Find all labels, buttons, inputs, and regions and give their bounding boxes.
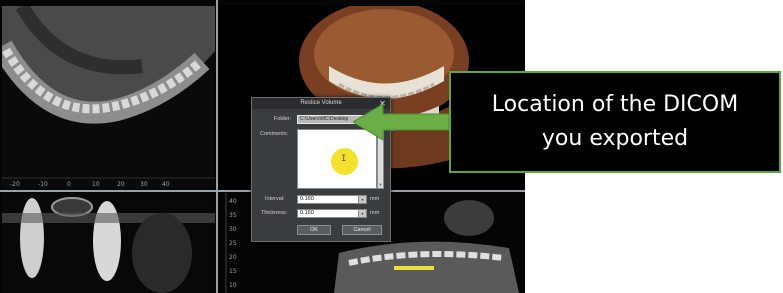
ruler-tick: 20 [117, 181, 125, 188]
ruler-tick: 30 [229, 226, 237, 233]
ruler-tick: 30 [140, 181, 148, 188]
dialog-title: Reslice Volume [300, 100, 342, 106]
thickness-value: 0.160 [300, 210, 314, 216]
thickness-unit: mm [370, 210, 380, 216]
ruler-tick: 10 [229, 282, 237, 289]
scroll-down-icon[interactable]: ▼ [378, 182, 383, 188]
interval-label: Interval: [265, 196, 285, 202]
interval-value: 0.160 [300, 196, 314, 202]
ruler-tick: -20 [10, 181, 20, 188]
ruler-tick: -10 [38, 181, 48, 188]
dropdown-icon[interactable]: ▾ [358, 210, 366, 217]
comments-label: Comments: [260, 131, 289, 137]
coronal-image [2, 193, 215, 293]
interval-select[interactable]: 0.160 ▾ [297, 195, 367, 204]
ruler-tick: 40 [229, 198, 237, 205]
thickness-select[interactable]: 0.160 ▾ [297, 209, 367, 218]
ruler-tick: 25 [229, 240, 237, 247]
ruler-tick: 35 [229, 212, 237, 219]
ruler-tick: 15 [229, 268, 237, 275]
cancel-button[interactable]: Cancel [342, 225, 382, 235]
folder-label: Folder: [274, 116, 292, 122]
callout-line-2: you exported [541, 126, 689, 151]
ruler-tick: 0 [67, 181, 71, 188]
callout-line-1: Location of the DICOM [491, 92, 739, 117]
ruler-tick: 20 [229, 254, 237, 261]
dropdown-icon[interactable]: ▾ [358, 196, 366, 203]
interval-unit: mm [370, 196, 380, 202]
ok-button[interactable]: OK [297, 225, 331, 235]
annotation-callout: Location of the DICOM you exported [449, 71, 781, 173]
ruler-tick: 10 [92, 181, 100, 188]
ruler-tick: 40 [162, 181, 170, 188]
axial-image: -20 -10 0 10 20 30 40 [2, 6, 215, 189]
arrow-icon [353, 103, 450, 141]
coronal-view[interactable] [2, 193, 215, 293]
thickness-label: Thickness: [261, 210, 288, 216]
text-cursor-icon: I [341, 154, 347, 164]
axial-view[interactable]: -20 -10 0 10 20 30 40 [2, 6, 215, 189]
pane-divider-vertical[interactable] [216, 0, 218, 293]
